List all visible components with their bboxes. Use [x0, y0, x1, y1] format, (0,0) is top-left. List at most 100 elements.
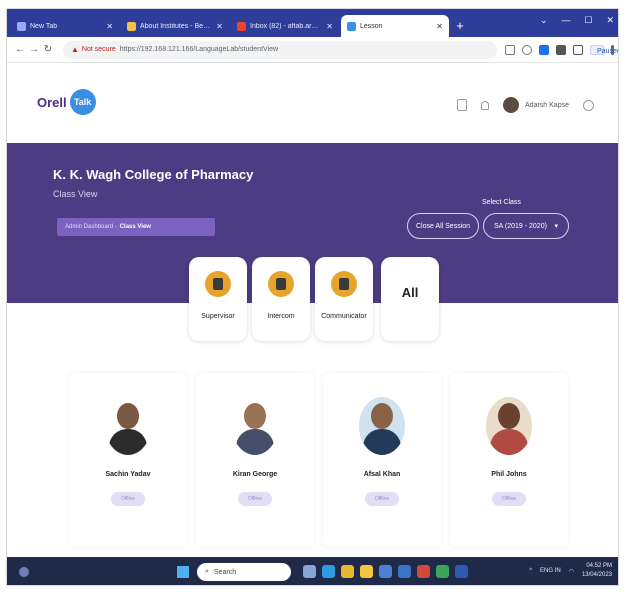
profile-paused-button[interactable]: Paused [590, 44, 618, 55]
app-icon[interactable] [417, 565, 430, 578]
wifi-icon[interactable]: ◠ [569, 568, 574, 575]
language-indicator[interactable]: ENG IN [540, 568, 561, 574]
app-header: Orell Talk Adarsh Kapse [7, 63, 618, 143]
close-tab-icon[interactable]: ✕ [216, 22, 223, 31]
gmail-icon [237, 21, 246, 31]
clock-time: 04:52 PM [586, 563, 612, 569]
user-name[interactable]: Adarsh Kapse [525, 102, 569, 109]
new-tab-plus-icon[interactable]: + [451, 18, 469, 33]
tab-lesson[interactable]: Lesson ✕ [341, 15, 449, 37]
class-banner: K. K. Wagh College of Pharmacy Class Vie… [7, 143, 618, 303]
taskbar-search[interactable]: ⌕ Search [197, 563, 291, 581]
breadcrumb-current: Class View [119, 224, 151, 230]
back-arrow-icon[interactable]: ← [13, 44, 27, 55]
status-badge: Offline [238, 492, 272, 506]
tab-inbox[interactable]: Inbox (82) - aftab.ar@kkwagh.e ✕ [231, 15, 339, 37]
logout-power-icon[interactable] [583, 99, 594, 111]
star-icon[interactable] [522, 44, 532, 55]
status-badge: Offline [492, 492, 526, 506]
student-card[interactable]: Kiran George Offline [196, 373, 314, 547]
search-icon: ⌕ [205, 568, 209, 575]
category-label: Communicator [321, 313, 367, 320]
reload-icon[interactable]: ↻ [41, 44, 55, 55]
student-photo [486, 397, 532, 455]
forward-arrow-icon[interactable]: → [27, 44, 41, 55]
class-select[interactable]: SA (2019 - 2020) ▾ [483, 213, 569, 239]
breadcrumb: Admin Dashboard - Class View [57, 218, 215, 236]
select-class-label: Select Class [482, 199, 521, 206]
chevron-down-icon: ▾ [554, 223, 558, 230]
clock[interactable]: 04:52 PM 13/04/2023 [582, 562, 612, 580]
tab-label: Inbox (82) - aftab.ar@kkwagh.e [250, 22, 323, 30]
student-name: Phil Johns [491, 471, 527, 478]
maximize-icon[interactable]: ☐ [584, 15, 592, 26]
close-tab-icon[interactable]: ✕ [326, 22, 333, 31]
supervisor-icon [205, 271, 231, 297]
tab-about-institutes[interactable]: About Institutes - Best Engineer ✕ [121, 15, 229, 37]
mail-icon[interactable] [398, 565, 411, 578]
student-photo [359, 397, 405, 455]
menu-kebab-icon[interactable] [611, 44, 614, 55]
url-input[interactable]: ▲ Not secure https://192.168.121.166/Lan… [63, 40, 497, 59]
user-avatar[interactable] [503, 97, 520, 113]
college-title: K. K. Wagh College of Pharmacy [53, 167, 254, 182]
logo-badge: Talk [69, 89, 96, 115]
store-icon[interactable] [379, 565, 392, 578]
address-bar: ← → ↻ ▲ Not secure https://192.168.121.1… [7, 37, 618, 63]
tab-favicon-icon [127, 21, 136, 31]
app-icon[interactable] [436, 565, 449, 578]
category-label: All [401, 285, 419, 300]
tab-strip: New Tab ✕ About Institutes - Best Engine… [7, 9, 618, 37]
puzzle-icon[interactable] [556, 44, 566, 55]
tab-favicon-icon [17, 21, 26, 31]
app-icon[interactable] [455, 565, 468, 578]
logo-text: Orell [37, 94, 67, 110]
task-view-icon[interactable] [303, 565, 316, 578]
orell-talk-logo[interactable]: Orell Talk [37, 89, 96, 115]
page-subtitle: Class View [53, 189, 98, 199]
taskbar-apps [303, 565, 468, 578]
widgets-icon[interactable] [19, 567, 29, 577]
chrome-icon[interactable] [341, 565, 354, 578]
close-window-icon[interactable]: ✕ [606, 15, 614, 26]
share-icon[interactable] [505, 44, 515, 55]
device-icon[interactable] [457, 99, 468, 111]
notification-bell-icon[interactable] [481, 100, 490, 110]
tray-chevron-up-icon[interactable]: ^ [529, 568, 532, 574]
student-name: Sachin Yadav [105, 471, 151, 478]
student-photo [105, 397, 151, 455]
student-card[interactable]: Afsal Khan Offline [323, 373, 441, 547]
category-card-intercom[interactable]: Intercom [252, 257, 310, 341]
communicator-icon [331, 271, 357, 297]
status-badge: Offline [111, 492, 145, 506]
student-card[interactable]: Sachin Yadav Offline [69, 373, 187, 547]
url-text: https://192.168.121.166/LanguageLab/stud… [119, 46, 279, 53]
category-card-supervisor[interactable]: Supervisor [189, 257, 247, 341]
close-all-session-button[interactable]: Close All Session [407, 213, 479, 239]
extensions-area: Paused [505, 44, 618, 55]
close-tab-icon[interactable]: ✕ [106, 22, 113, 31]
tab-label: Lesson [360, 22, 383, 30]
category-card-communicator[interactable]: Communicator [315, 257, 373, 341]
edge-icon[interactable] [322, 565, 335, 578]
tab-search-chevron-icon[interactable]: ⌄ [540, 15, 548, 26]
file-explorer-icon[interactable] [360, 565, 373, 578]
student-name: Afsal Khan [363, 471, 401, 478]
student-name: Kiran George [232, 471, 278, 478]
tab-new-tab[interactable]: New Tab ✕ [11, 15, 119, 37]
category-card-all[interactable]: All [381, 257, 439, 341]
window-controls: ⌄ — ☐ ✕ [540, 15, 614, 26]
warning-icon: ▲ [71, 45, 79, 54]
close-tab-icon[interactable]: ✕ [436, 22, 443, 31]
search-placeholder: Search [213, 568, 237, 576]
extension-icon[interactable] [539, 44, 549, 55]
minimize-icon[interactable]: — [561, 15, 570, 26]
clock-date: 13/04/2023 [581, 572, 612, 578]
not-secure-label: Not secure [81, 46, 116, 53]
system-tray: ^ ENG IN ◠ 04:52 PM 13/04/2023 [529, 562, 612, 580]
windows-start-icon[interactable] [177, 566, 189, 578]
sidepanel-icon[interactable] [573, 44, 583, 55]
breadcrumb-admin-link[interactable]: Admin Dashboard - [65, 224, 117, 230]
browser-window: New Tab ✕ About Institutes - Best Engine… [6, 8, 619, 586]
student-card[interactable]: Phil Johns Offline [450, 373, 568, 547]
